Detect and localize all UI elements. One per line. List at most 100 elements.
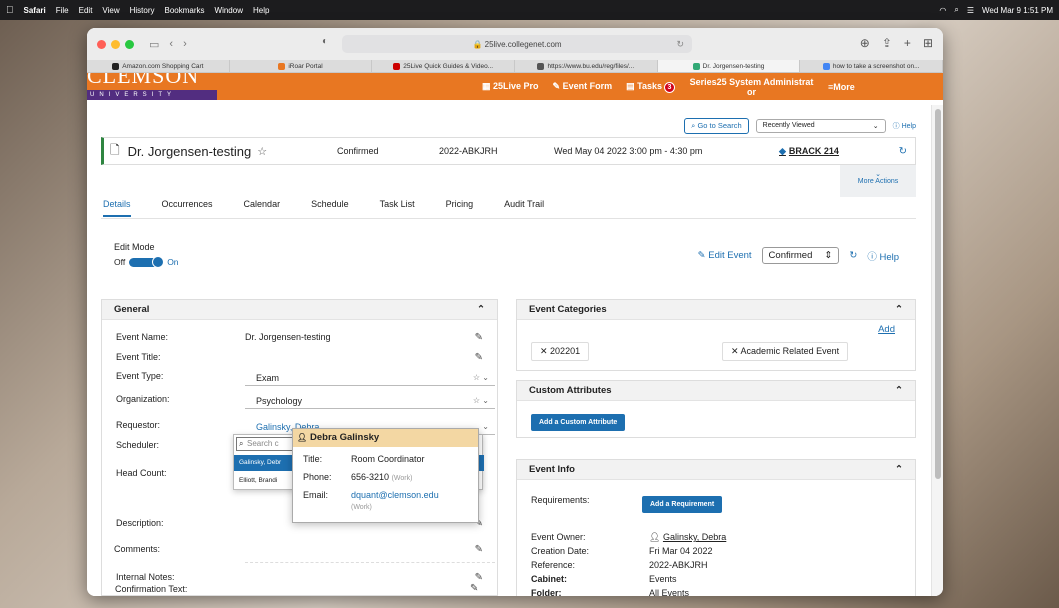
wifi-icon[interactable]: ◠ [939, 6, 946, 15]
add-requirement-button[interactable]: Add a Requirement [642, 496, 723, 513]
refresh-icon[interactable]: ↻ [849, 250, 857, 261]
more-menu[interactable]: ≡More [828, 82, 855, 92]
label: Event Name: [116, 332, 169, 342]
scrollbar-thumb[interactable] [935, 109, 941, 479]
event-categories-header[interactable]: Event Categories ⌃ [517, 300, 915, 320]
share-icon[interactable]: ⇪ [882, 36, 892, 50]
edit-pencil-icon[interactable]: ✎ [470, 583, 478, 594]
dropdown-option-elliott[interactable]: Elliott, Brandi [234, 474, 277, 488]
sidebar-icon[interactable]: ▭ [149, 38, 159, 51]
owner-link[interactable]: 👤︎ Galinsky, Debra [649, 532, 726, 543]
label: Event Type: [116, 371, 164, 381]
label: Organization: [116, 394, 170, 404]
contact-phone-label: Phone: [303, 472, 332, 482]
contact-email-link[interactable]: dquant@clemson.edu [351, 490, 439, 500]
go-to-search-button[interactable]: ⌕ Go to Search [684, 118, 749, 134]
recently-viewed-select[interactable]: Recently Viewed ⌄ [755, 119, 886, 133]
tab-audit-trail[interactable]: Audit Trail [504, 197, 544, 217]
edit-pencil-icon[interactable]: ✎ [475, 544, 483, 555]
menu-view[interactable]: View [102, 6, 119, 15]
new-tab-icon[interactable]: + [904, 36, 911, 50]
menu-safari[interactable]: Safari [24, 6, 46, 15]
help-link[interactable]: ⓘ Help [893, 121, 916, 131]
add-category-link[interactable]: Add [878, 324, 895, 335]
general-panel-header[interactable]: General ⌃ [102, 300, 497, 320]
category-chip[interactable]: ✕ 202201 [531, 342, 590, 361]
menu-bookmarks[interactable]: Bookmarks [165, 6, 205, 15]
edit-mode-label: Edit Mode [114, 242, 155, 252]
email-type: (Work) [351, 504, 372, 511]
label: Description: [116, 518, 164, 528]
menu-edit[interactable]: Edit [79, 6, 93, 15]
tab-occurrences[interactable]: Occurrences [162, 197, 213, 217]
chevron-up-icon[interactable]: ⌃ [895, 385, 903, 396]
downloads-icon[interactable]: ⊕ [860, 36, 870, 50]
forward-icon[interactable]: › [183, 38, 187, 50]
url-text: 25live.collegenet.com [484, 39, 562, 49]
user-menu[interactable]: Series25 System Administrat or [689, 77, 814, 97]
organization-dropdown[interactable]: Psychology ☆ ⌄ [245, 394, 495, 409]
edit-pencil-icon[interactable]: ✎ [475, 332, 483, 343]
favorite-star-icon[interactable]: ☆ [257, 145, 267, 158]
categories-title: Event Categories [529, 304, 607, 315]
tab-calendar[interactable]: Calendar [244, 197, 281, 217]
close-window-button[interactable] [97, 39, 106, 49]
browser-tab-bu[interactable]: https://www.bu.edu/reg/files/... [515, 60, 658, 72]
event-type-dropdown[interactable]: Exam ☆ ⌄ [245, 371, 495, 386]
minimize-window-button[interactable] [111, 39, 120, 49]
custom-attributes-header[interactable]: Custom Attributes ⌃ [517, 381, 915, 401]
chevron-up-icon[interactable]: ⌃ [895, 304, 903, 315]
browser-tab-25live-guides[interactable]: 25Live Quick Guides & Video... [372, 60, 516, 72]
help-button[interactable]: ⓘ Help [867, 249, 899, 263]
edit-pencil-icon[interactable]: ✎ [475, 352, 483, 363]
browser-tab-jorgensen[interactable]: Dr. Jorgensen-testing [657, 60, 801, 72]
custom-attributes-title: Custom Attributes [529, 385, 612, 396]
control-center-icon[interactable]: ☰ [967, 6, 974, 15]
cabinet-label: Cabinet: [531, 574, 567, 584]
page-scrollbar[interactable] [931, 105, 943, 596]
browser-tab-screenshot[interactable]: how to take a screenshot on... [800, 60, 943, 72]
edit-event-button[interactable]: ✎ Edit Event [698, 250, 752, 261]
refresh-icon[interactable]: ↻ [899, 146, 907, 157]
nav-25live-pro[interactable]: ▦ 25Live Pro [482, 81, 539, 92]
chevron-up-icon[interactable]: ⌃ [477, 304, 485, 315]
apple-menu-icon[interactable]:  [6, 5, 14, 16]
tab-label: iRoar Portal [288, 62, 323, 70]
edit-pencil-icon[interactable]: ✎ [475, 572, 483, 583]
nav-event-form[interactable]: ✎ Event Form [553, 81, 613, 92]
privacy-shield-icon[interactable]: ◐ [322, 36, 328, 47]
menu-history[interactable]: History [130, 6, 155, 15]
tab-pricing[interactable]: Pricing [446, 197, 474, 217]
address-bar[interactable]: 🔒 25live.collegenet.com ↻ [342, 35, 692, 53]
more-actions-button[interactable]: ⌄ More Actions [840, 165, 916, 197]
remove-x-icon[interactable]: ✕ [731, 346, 741, 356]
edit-mode-toggle[interactable] [129, 255, 165, 268]
zoom-window-button[interactable] [125, 39, 134, 49]
tab-schedule[interactable]: Schedule [311, 197, 349, 217]
event-info-header[interactable]: Event Info ⌃ [517, 460, 915, 480]
menu-file[interactable]: File [56, 6, 69, 15]
clemson-logo[interactable]: CLEMSON UNIVERSITY [87, 73, 217, 100]
browser-tab-bar: Amazon.com Shopping Cart iRoar Portal 25… [87, 60, 943, 73]
browser-tab-amazon[interactable]: Amazon.com Shopping Cart [87, 60, 230, 72]
event-location-link[interactable]: ◆ BRACK 214 [779, 146, 839, 157]
menu-window[interactable]: Window [215, 6, 243, 15]
chevron-up-icon[interactable]: ⌃ [895, 464, 903, 475]
requestor-search-input[interactable]: ⌕ Search c [236, 437, 294, 451]
remove-x-icon[interactable]: ✕ [540, 346, 550, 356]
category-chip[interactable]: ✕ Academic Related Event [722, 342, 849, 361]
search-icon[interactable]: ⌕ [954, 5, 958, 15]
event-reference: 2022-ABKJRH [439, 146, 498, 156]
browser-tab-iroar[interactable]: iRoar Portal [230, 60, 373, 72]
menubar-clock[interactable]: Wed Mar 9 1:51 PM [982, 6, 1053, 15]
calendar-icon: ▦ [482, 81, 494, 91]
tab-task-list[interactable]: Task List [380, 197, 415, 217]
nav-tasks[interactable]: ▤ Tasks 3 [626, 81, 675, 93]
tab-overview-icon[interactable]: ⊞ [923, 36, 933, 50]
event-state-select[interactable]: Confirmed ⇕ [761, 247, 840, 264]
back-icon[interactable]: ‹ [169, 38, 173, 50]
add-custom-attribute-button[interactable]: Add a Custom Attribute [531, 414, 626, 431]
tab-details[interactable]: Details [103, 197, 131, 217]
menu-help[interactable]: Help [253, 6, 269, 15]
reload-icon[interactable]: ↻ [676, 39, 684, 50]
